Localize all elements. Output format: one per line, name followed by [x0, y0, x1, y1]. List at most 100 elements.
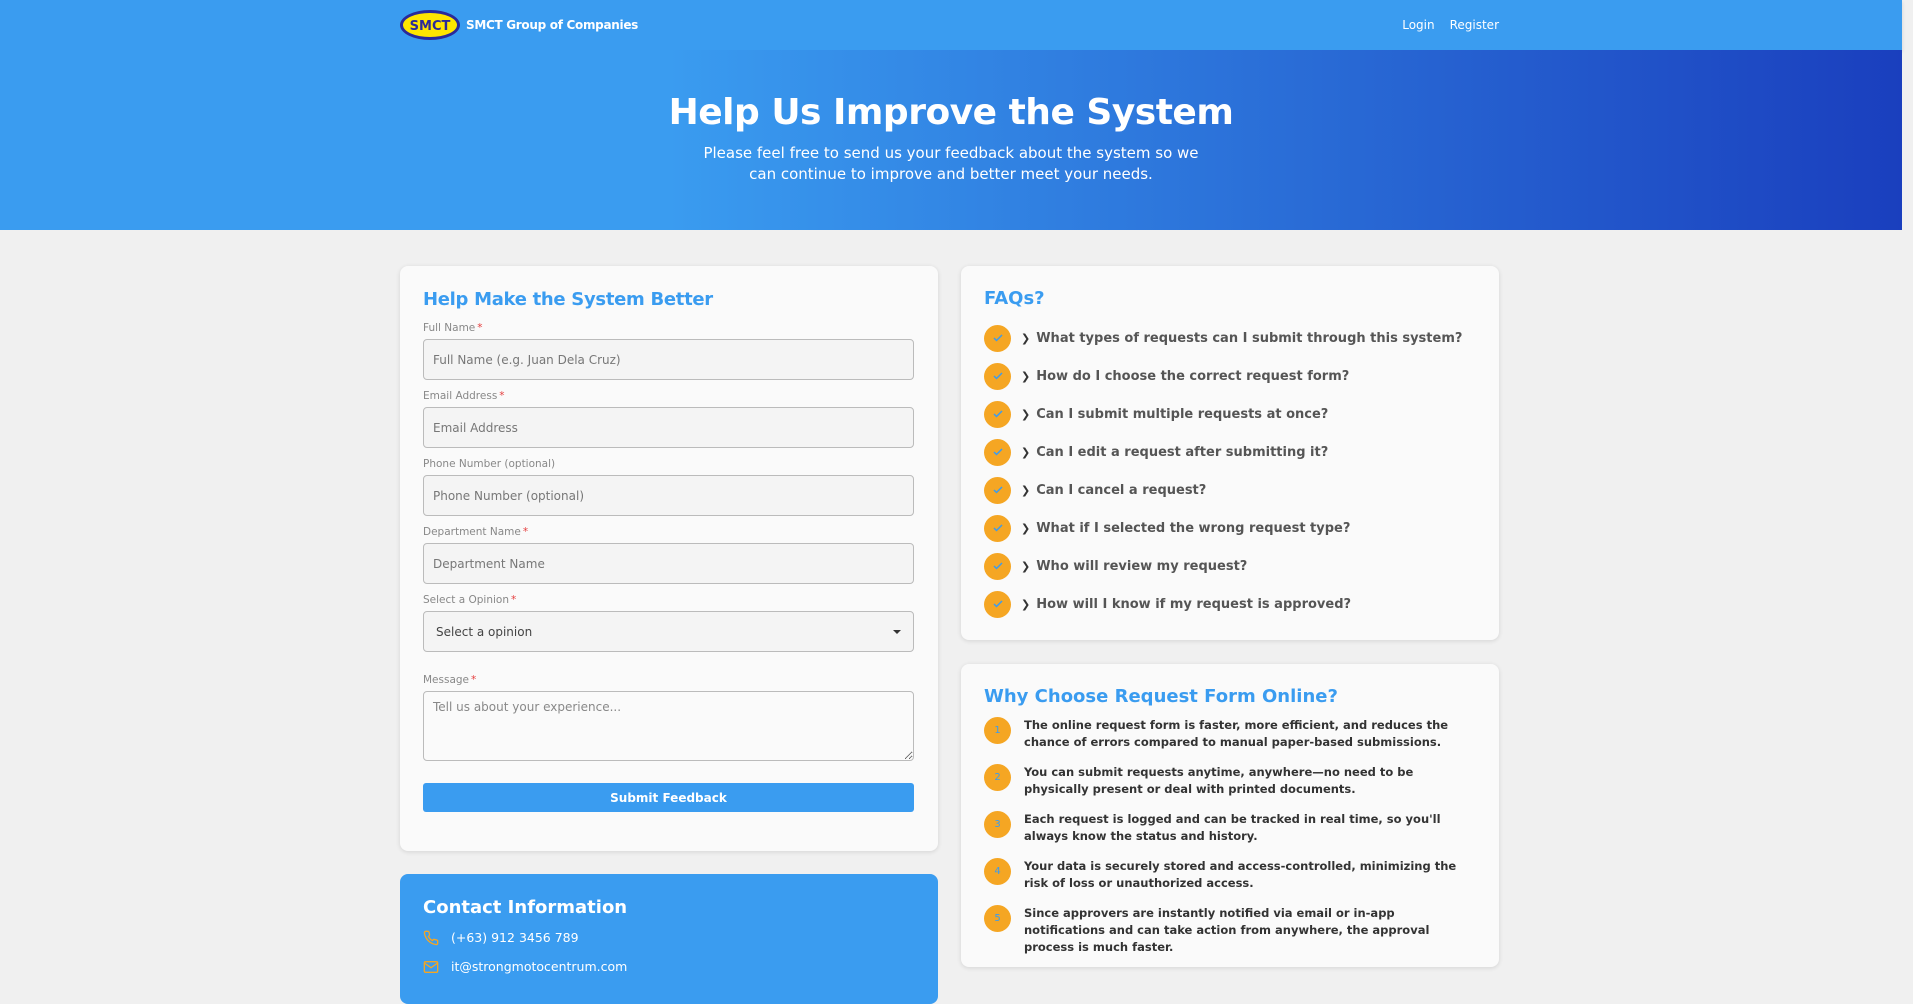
submit-feedback-button[interactable]: Submit Feedback [423, 783, 914, 812]
required-mark: * [522, 526, 529, 538]
contact-phone: (+63) 912 3456 789 [451, 930, 579, 945]
check-icon [984, 438, 1011, 466]
smct-logo-mark: SMCT [410, 19, 451, 34]
register-link[interactable]: Register [1450, 18, 1499, 32]
navbar-inner: SMCT SMCT Group of Companies Login Regis… [400, 0, 1499, 50]
number-badge: 2 [984, 764, 1011, 791]
faq-question: Can I edit a request after submitting it… [1036, 444, 1329, 460]
why-text: You can submit requests anytime, anywher… [1024, 765, 1414, 796]
phone-icon [423, 930, 439, 945]
opinion-selected-value: Select a opinion [436, 624, 533, 639]
chevron-right-icon: ❯ [1021, 407, 1031, 421]
form-title: Help Make the System Better [423, 289, 713, 310]
check-icon [984, 324, 1011, 352]
required-mark: * [477, 322, 483, 334]
check-icon [984, 362, 1011, 390]
why-text: Each request is logged and can be tracke… [1024, 812, 1441, 843]
message-field: Message * [423, 674, 915, 765]
svg-text:SMCT: SMCT [410, 19, 451, 34]
why-list: 1 The online request form is faster, more… [984, 717, 1476, 954]
brand-name: SMCT Group of Companies [466, 18, 638, 32]
faq-item[interactable]: ❯ How will I know if my request is approv… [984, 585, 1476, 623]
number-badge: 1 [984, 717, 1011, 744]
full-name-label-text: Full Name [423, 322, 476, 334]
chevron-right-icon: ❯ [1021, 559, 1031, 573]
full-name-field: Full Name * [423, 322, 915, 380]
email-label-text: Email Address [423, 390, 498, 402]
check-icon [984, 514, 1011, 542]
chevron-right-icon: ❯ [1021, 445, 1031, 459]
faq-list: ❯ What types of requests can I submit thr… [984, 319, 1476, 623]
contact-email[interactable]: it@strongmotocentrum.com [451, 959, 627, 974]
faq-question: What if I selected the wrong request typ… [1036, 520, 1351, 536]
check-icon [984, 476, 1011, 504]
brand[interactable]: SMCT SMCT Group of Companies [400, 10, 638, 40]
faq-question: Can I submit multiple requests at once? [1036, 406, 1329, 422]
faq-item[interactable]: ❯ Who will review my request? [984, 547, 1476, 585]
chevron-right-icon: ❯ [1021, 597, 1031, 611]
contact-phone-row: (+63) 912 3456 789 [423, 928, 915, 947]
number-badge: 3 [984, 811, 1011, 838]
hero-title: Help Us Improve the System [668, 92, 1234, 133]
chevron-right-icon: ❯ [1021, 521, 1031, 535]
why-choose-card: Why Choose Request Form Online? 1 The onl… [961, 664, 1499, 967]
contact-email-row: it@strongmotocentrum.com [423, 957, 915, 976]
opinion-label: Select a Opinion * [423, 594, 915, 607]
caret-down-icon [893, 629, 901, 634]
department-label: Department Name * [423, 526, 915, 539]
why-text: Since approvers are instantly notified v… [1024, 906, 1430, 954]
phone-input[interactable] [423, 475, 914, 516]
mail-icon [423, 960, 439, 973]
faq-item[interactable]: ❯ Can I submit multiple requests at once? [984, 395, 1476, 433]
smct-logo: SMCT [400, 10, 460, 40]
department-input[interactable] [423, 543, 914, 584]
faq-question: How will I know if my request is approve… [1036, 596, 1352, 612]
faq-item[interactable]: ❯ What types of requests can I submit thr… [984, 319, 1476, 357]
check-icon [984, 590, 1011, 618]
why-title: Why Choose Request Form Online? [984, 686, 1338, 707]
department-field: Department Name * [423, 526, 915, 584]
faq-question: Who will review my request? [1036, 558, 1248, 574]
chevron-right-icon: ❯ [1021, 369, 1031, 383]
email-field: Email Address * [423, 390, 915, 448]
contact-title: Contact Information [423, 897, 628, 918]
opinion-field: Select a Opinion * Select a opinion [423, 594, 915, 652]
why-item: 5 Since approvers are instantly notified … [984, 905, 1476, 954]
chevron-right-icon: ❯ [1021, 331, 1031, 345]
required-mark: * [511, 594, 517, 606]
top-navbar: SMCT SMCT Group of Companies Login Regis… [0, 0, 1902, 50]
why-text: Your data is securely stored and access-… [1024, 859, 1457, 890]
faq-question: How do I choose the correct request form… [1036, 368, 1350, 384]
why-item: 1 The online request form is faster, more… [984, 717, 1476, 764]
opinion-select[interactable]: Select a opinion [423, 611, 914, 652]
opinion-label-text: Select a Opinion [423, 594, 509, 606]
number-badge: 4 [984, 858, 1011, 885]
faq-item[interactable]: ❯ Can I edit a request after submitting i… [984, 433, 1476, 471]
why-item: 2 You can submit requests anytime, anywhe… [984, 764, 1476, 811]
message-label-text: Message [423, 674, 470, 686]
faq-question: What types of requests can I submit thro… [1036, 330, 1463, 346]
email-label: Email Address * [423, 390, 915, 403]
check-icon [984, 400, 1011, 428]
why-item: 3 Each request is logged and can be track… [984, 811, 1476, 858]
full-name-input[interactable] [423, 339, 914, 380]
why-text: The online request form is faster, more … [1024, 718, 1449, 749]
email-input[interactable] [423, 407, 914, 448]
feedback-form-card: Help Make the System Better Full Name* E… [400, 266, 938, 851]
full-name-label: Full Name * [423, 322, 915, 335]
faq-card: FAQs? ❯ What types of requests can I subm… [961, 266, 1499, 640]
check-icon [984, 552, 1011, 580]
message-label: Message * [423, 674, 915, 687]
faq-item[interactable]: ❯ Can I cancel a request? [984, 471, 1476, 509]
login-link[interactable]: Login [1402, 18, 1434, 32]
required-mark: * [471, 674, 477, 686]
chevron-right-icon: ❯ [1021, 483, 1031, 497]
required-mark: * [499, 390, 505, 402]
contact-info-card: Contact Information (+63) 912 3456 789 i… [400, 874, 938, 1004]
phone-field: Phone Number (optional) [423, 458, 915, 516]
message-textarea[interactable] [423, 691, 914, 761]
faq-item[interactable]: ❯ How do I choose the correct request for… [984, 357, 1476, 395]
faq-item[interactable]: ❯ What if I selected the wrong request ty… [984, 509, 1476, 547]
faq-title: FAQs? [984, 288, 1045, 309]
hero-banner: Help Us Improve the System Please feel f… [0, 50, 1902, 230]
